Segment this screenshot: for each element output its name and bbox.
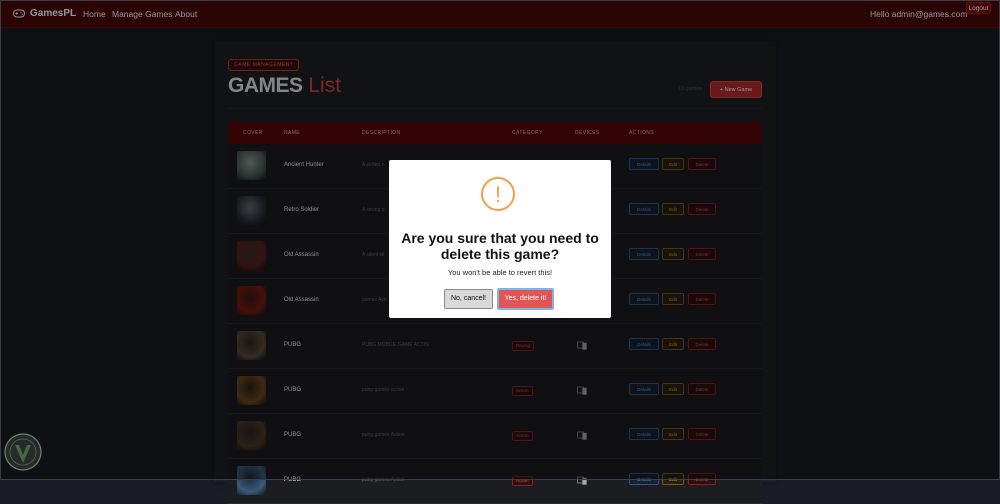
confirm-delete-button[interactable]: Yes, delete it! <box>497 288 554 310</box>
watermark-logo-icon <box>4 433 42 471</box>
dialog-title: Are you sure that you need to delete thi… <box>401 230 599 262</box>
warning-icon: ! <box>481 177 515 211</box>
dialog-message: You won't be able to revert this! <box>447 268 553 277</box>
confirm-delete-dialog: ! Are you sure that you need to delete t… <box>389 160 611 318</box>
cancel-button[interactable]: No, cancel! <box>444 289 493 309</box>
